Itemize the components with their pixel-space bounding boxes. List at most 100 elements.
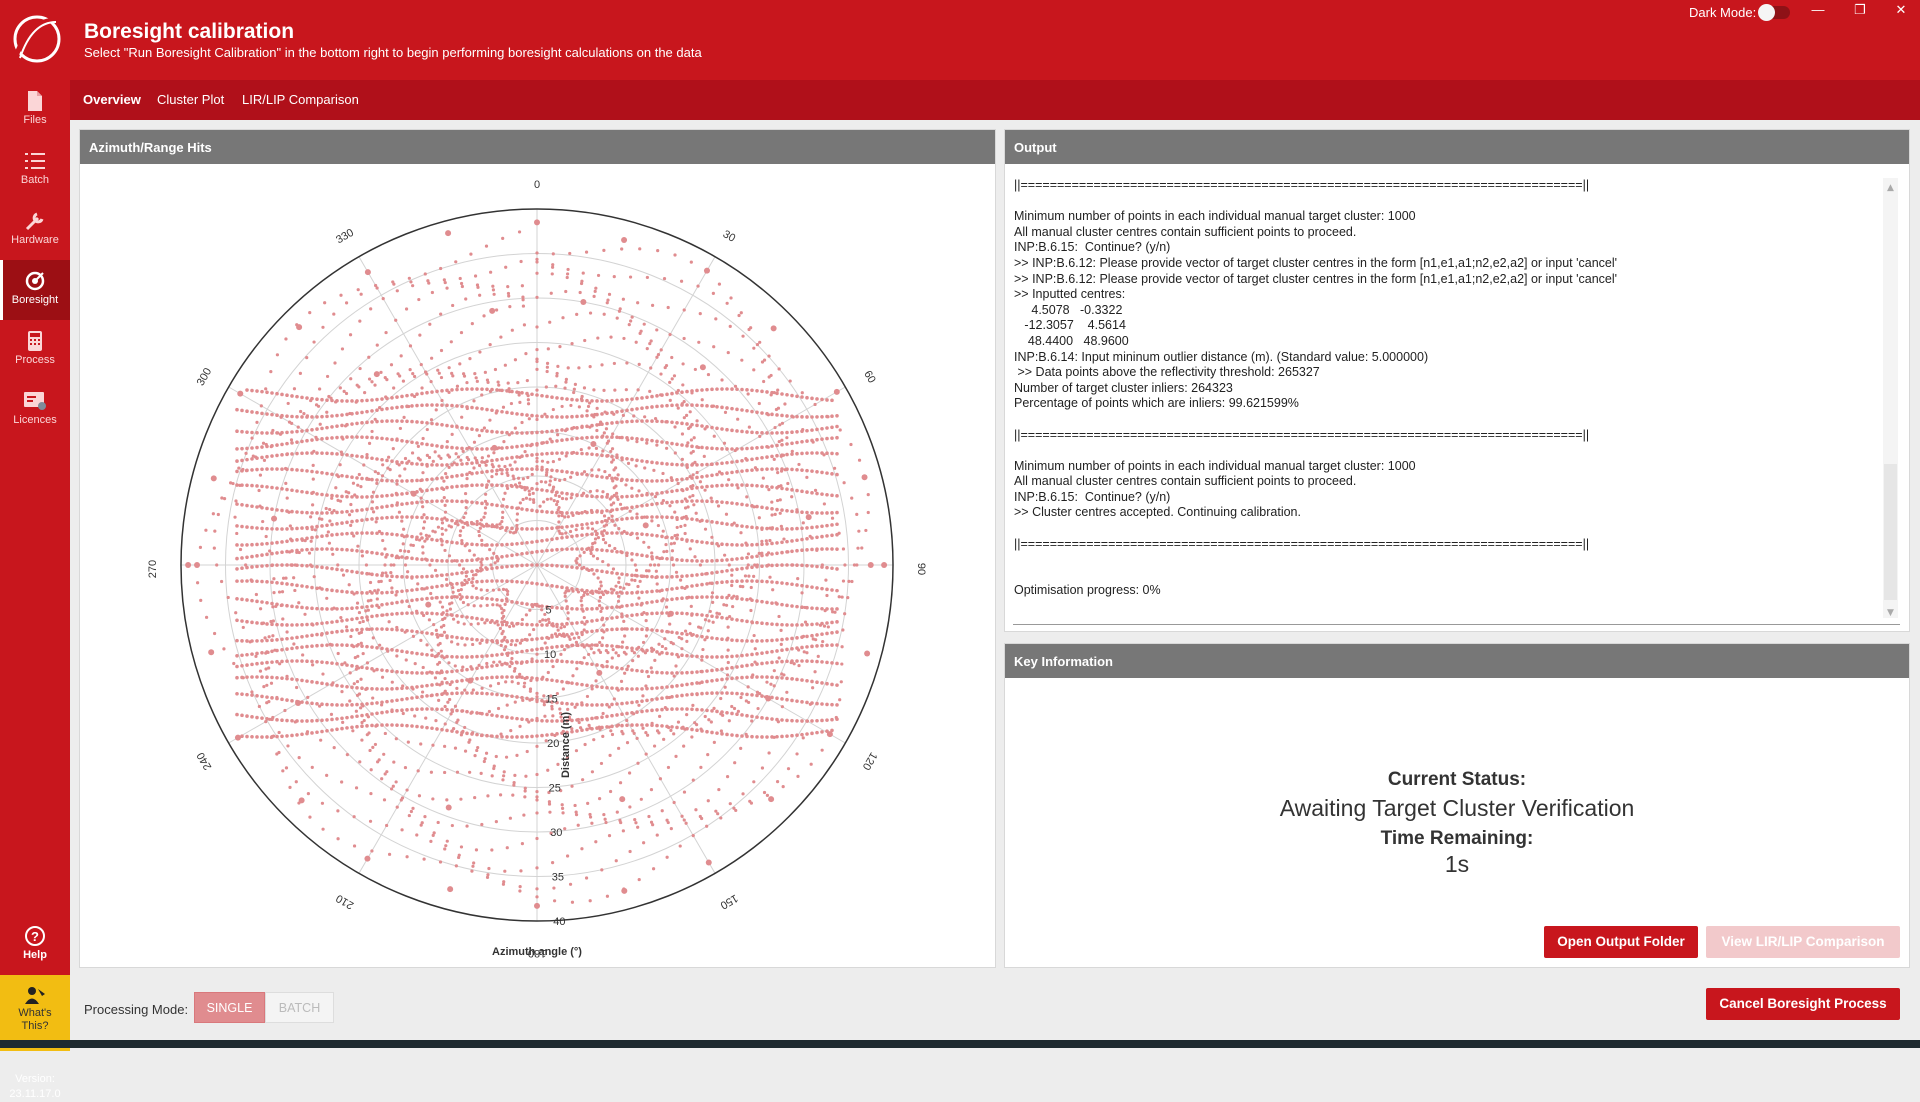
data-point xyxy=(475,848,478,851)
cancel-boresight-button[interactable]: Cancel Boresight Process xyxy=(1706,988,1900,1020)
data-point xyxy=(770,639,774,643)
data-point xyxy=(405,394,409,398)
data-point xyxy=(415,490,419,494)
data-point xyxy=(410,491,414,495)
data-point xyxy=(450,583,454,587)
data-point xyxy=(445,424,449,428)
data-point xyxy=(290,527,294,531)
data-point xyxy=(385,687,389,691)
sidebar-item-batch[interactable]: Batch xyxy=(0,140,70,200)
help-button[interactable]: ? Help xyxy=(0,917,70,977)
data-point xyxy=(697,341,700,344)
data-point xyxy=(680,390,684,394)
data-point xyxy=(605,523,608,526)
output-scrollbar[interactable]: ▲▼ xyxy=(1883,178,1898,618)
data-point xyxy=(360,642,363,645)
data-point xyxy=(560,428,564,432)
data-point xyxy=(475,691,479,695)
dark-mode-toggle[interactable] xyxy=(1760,6,1790,19)
data-point xyxy=(655,650,659,654)
data-point xyxy=(268,549,271,552)
data-point xyxy=(715,595,719,599)
data-point xyxy=(440,539,444,543)
data-point xyxy=(635,494,639,498)
open-output-folder-button[interactable]: Open Output Folder xyxy=(1544,926,1698,958)
data-point xyxy=(555,679,559,683)
data-point xyxy=(622,298,625,301)
data-point xyxy=(310,660,314,664)
data-point xyxy=(571,901,574,904)
mode-single-button[interactable]: SINGLE xyxy=(194,992,265,1023)
data-point xyxy=(440,349,443,352)
data-point xyxy=(565,451,569,455)
data-point xyxy=(750,410,754,414)
tab-overview[interactable]: Overview xyxy=(83,92,141,107)
data-point xyxy=(320,415,324,419)
data-point xyxy=(510,600,514,604)
data-point xyxy=(275,676,279,680)
data-point xyxy=(305,623,309,627)
data-point xyxy=(805,490,809,494)
data-point xyxy=(223,497,226,500)
data-point xyxy=(336,809,339,812)
view-lir-lip-button[interactable]: View LIR/LIP Comparison xyxy=(1706,926,1900,958)
data-point xyxy=(364,856,370,862)
data-point xyxy=(330,631,334,635)
data-point xyxy=(429,840,432,843)
data-point xyxy=(590,399,594,403)
data-point xyxy=(502,440,505,443)
sidebar-item-boresight[interactable]: Boresight xyxy=(0,260,70,320)
sidebar-item-process[interactable]: Process xyxy=(0,320,70,380)
data-point xyxy=(597,468,600,471)
data-point xyxy=(463,689,466,692)
close-icon[interactable]: ✕ xyxy=(1886,2,1916,18)
restore-icon[interactable]: ❐ xyxy=(1845,2,1875,18)
data-point xyxy=(365,563,368,566)
data-point xyxy=(707,799,710,802)
data-point xyxy=(495,504,499,508)
tab-cluster-plot[interactable]: Cluster Plot xyxy=(157,92,224,107)
data-point xyxy=(590,468,593,471)
data-point xyxy=(455,463,459,467)
data-point xyxy=(484,371,487,374)
sidebar-item-hardware[interactable]: Hardware xyxy=(0,200,70,260)
data-point xyxy=(325,437,329,441)
data-point xyxy=(255,456,259,460)
data-point xyxy=(555,606,559,610)
data-point xyxy=(434,569,437,572)
data-point xyxy=(762,477,765,480)
data-point xyxy=(645,554,649,558)
data-point xyxy=(563,515,566,518)
data-point xyxy=(237,391,243,397)
data-point xyxy=(540,430,544,434)
output-line: >> Inputted centres: xyxy=(1014,287,1884,303)
mode-batch-button[interactable]: BATCH xyxy=(265,992,334,1023)
minimize-icon[interactable]: — xyxy=(1803,2,1833,17)
data-point xyxy=(585,589,589,593)
data-point xyxy=(595,643,599,647)
data-point xyxy=(260,485,264,489)
data-point xyxy=(720,616,724,620)
data-point xyxy=(515,622,519,626)
data-point xyxy=(375,668,379,672)
polar-chart[interactable]: 0306090120150180210240270300330510152025… xyxy=(81,165,994,965)
data-point xyxy=(440,596,444,600)
data-point xyxy=(375,506,379,510)
data-point xyxy=(604,541,607,544)
data-point xyxy=(760,580,764,584)
data-point xyxy=(598,672,601,675)
data-point xyxy=(745,620,749,624)
data-point xyxy=(765,455,769,459)
data-point xyxy=(342,574,345,577)
data-point xyxy=(335,717,339,721)
data-point xyxy=(300,469,304,473)
output-log[interactable]: ||======================================… xyxy=(1014,178,1884,620)
data-point xyxy=(335,414,339,418)
sidebar-item-files[interactable]: Files xyxy=(0,80,70,140)
data-point xyxy=(660,420,664,424)
data-point xyxy=(777,615,780,618)
data-point xyxy=(455,425,459,429)
data-point xyxy=(604,818,607,821)
sidebar-item-licences[interactable]: Licences xyxy=(0,380,70,440)
tab-lir-lip-comparison[interactable]: LIR/LIP Comparison xyxy=(242,92,359,107)
